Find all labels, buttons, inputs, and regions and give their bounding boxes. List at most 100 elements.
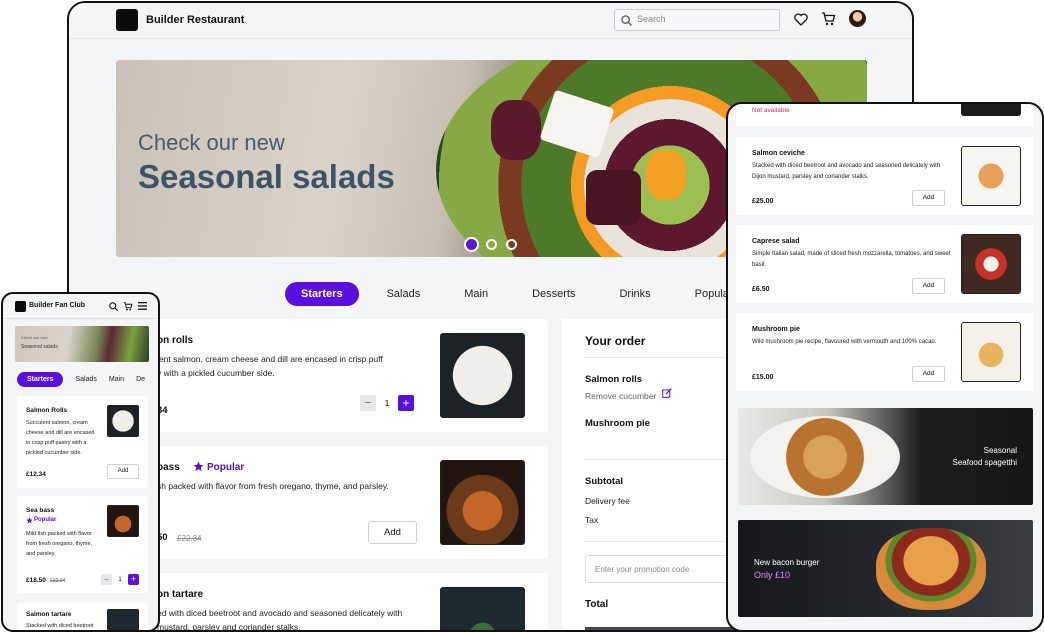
search-input[interactable]: Search [614, 9, 780, 31]
hero-title: Seasonal salads [138, 158, 395, 195]
item-description: ed with diced beetroot and avocado and s… [157, 608, 403, 618]
item-description: Mild fish packed with flavor from fresh … [26, 531, 93, 557]
add-button[interactable]: Add [107, 464, 139, 479]
add-button[interactable]: Add [912, 366, 945, 382]
order-title: Your order [585, 334, 646, 348]
item-image[interactable] [961, 146, 1021, 206]
quantity-stepper: − 1 + [101, 574, 139, 585]
banner-line-1: Seasonal [983, 446, 1017, 455]
menu-item-card: Caprese salad Simple Italian salad, made… [736, 225, 1033, 303]
menu-item-card: Salmon Rolls Succulent salmon, cream che… [17, 396, 148, 488]
quantity-value: 1 [384, 398, 390, 408]
carousel-dot-1[interactable] [466, 239, 477, 250]
decrement-button[interactable]: − [101, 574, 112, 585]
category-tabs: Starters Salads Main Desserts Drinks Pop… [285, 282, 761, 306]
orange-shape [646, 150, 686, 200]
carousel-dot-2[interactable] [486, 239, 497, 250]
item-description: Succulent salmon, cream cheese and dill … [26, 420, 95, 456]
tab-main[interactable]: Main [109, 376, 124, 383]
item-old-price: £22.34 [177, 534, 202, 543]
decrement-button[interactable]: − [360, 395, 376, 411]
brand-logo[interactable] [116, 9, 138, 31]
increment-button[interactable]: + [128, 574, 139, 585]
tab-drinks[interactable]: Drinks [603, 282, 666, 306]
item-image[interactable] [440, 333, 525, 418]
brand-logo[interactable] [15, 301, 26, 312]
item-description: Wild mushroom pie recipe, flavoured with… [752, 339, 937, 345]
star-icon [193, 461, 204, 472]
item-image[interactable] [107, 609, 139, 630]
star-icon [26, 517, 33, 524]
order-item-name: Salmon rolls [585, 374, 643, 385]
item-image[interactable] [107, 405, 139, 437]
menu-icon[interactable] [138, 302, 147, 310]
menu-item-card: on rolls lent salmon, cream cheese and d… [147, 319, 548, 432]
banner-line-1: New bacon burger [754, 558, 820, 567]
burger-image [876, 528, 986, 610]
item-image[interactable] [440, 587, 525, 630]
brand-name: Builder Fan Club [29, 302, 85, 309]
item-name: bass [157, 462, 180, 473]
hero-title: Seasonal salads [21, 344, 58, 350]
menu-item-card: Mushroom pie Wild mushroom pie recipe, f… [736, 313, 1033, 391]
popular-badge: Popular [207, 462, 245, 473]
item-description: lent salmon, cream cheese and dill are e… [157, 354, 383, 364]
edit-icon[interactable] [662, 388, 672, 398]
cart-icon[interactable] [821, 12, 836, 26]
item-description-2: mustard, parsley and coriander stalks. [157, 622, 301, 632]
item-name: on rolls [157, 335, 194, 346]
menu-item-card: Salmon tartare Stacked with diced beetro… [17, 603, 148, 630]
search-icon [621, 15, 632, 26]
search-icon[interactable] [109, 302, 118, 311]
not-available-label: Not available [752, 107, 790, 114]
promo-placeholder: Enter your promotion code [595, 565, 690, 574]
beet-shape [491, 100, 541, 160]
heart-icon[interactable] [794, 13, 808, 26]
menu-item-card: on tartare ed with diced beetroot and av… [147, 573, 548, 632]
menu-item-card: Not available [736, 104, 1033, 126]
add-button[interactable]: Add [912, 190, 945, 206]
item-image[interactable] [440, 460, 525, 545]
item-description: sh packed with flavor from fresh oregano… [157, 481, 389, 491]
item-image[interactable] [961, 104, 1021, 116]
subtotal-label: Subtotal [585, 476, 623, 487]
hero-banner[interactable]: Check our new Seasonal salads [15, 326, 149, 362]
carousel-dots [466, 239, 517, 250]
avatar[interactable] [849, 10, 866, 27]
tab-desserts[interactable]: De [136, 376, 145, 383]
hero-subtitle: Check our new [138, 130, 285, 155]
item-description-2: y with a pickled cucumber side. [157, 368, 275, 378]
order-item-name: Mushroom pie [585, 418, 650, 429]
item-image[interactable] [107, 505, 139, 537]
header-divider [3, 318, 158, 319]
tab-desserts[interactable]: Desserts [516, 282, 591, 306]
item-description: Stacked with diced beetroot and avocado … [752, 163, 941, 180]
header: Builder Restaurant Search [69, 3, 912, 39]
add-button[interactable]: Add [368, 521, 417, 544]
increment-button[interactable]: + [398, 395, 414, 411]
carousel-dot-3[interactable] [506, 239, 517, 250]
beet-shape-2 [586, 170, 641, 225]
menu-item-card: Sea bass Popular Mild fish packed with f… [17, 496, 148, 593]
tab-salads[interactable]: Salads [75, 376, 96, 383]
tab-salads[interactable]: Salads [371, 282, 437, 306]
banner-line-2: Seafood spagetthi [952, 458, 1018, 467]
tab-main[interactable]: Main [448, 282, 504, 306]
promo-banner-burger[interactable]: New bacon burger Only £10 [738, 520, 1033, 617]
tab-starters[interactable]: Starters [17, 372, 64, 387]
delivery-fee-label: Delivery fee [585, 496, 630, 506]
tax-label: Tax [585, 515, 599, 525]
popular-badge: Popular [34, 517, 57, 523]
item-image[interactable] [961, 234, 1021, 294]
add-button[interactable]: Add [912, 278, 945, 294]
promo-banner-spaghetti[interactable]: Seasonal Seafood spagetthi [738, 408, 1033, 505]
item-image[interactable] [961, 322, 1021, 382]
cart-icon[interactable] [123, 302, 133, 311]
item-name: on tartare [157, 589, 204, 600]
total-label: Total [585, 599, 609, 610]
tab-starters[interactable]: Starters [285, 282, 359, 306]
item-name: Salmon tartare [26, 611, 72, 618]
item-name: Sea bass [26, 507, 55, 514]
item-name: Salmon ceviche [752, 150, 805, 157]
mobile-device-left: Builder Fan Club Check our new Seasonal … [1, 292, 160, 632]
